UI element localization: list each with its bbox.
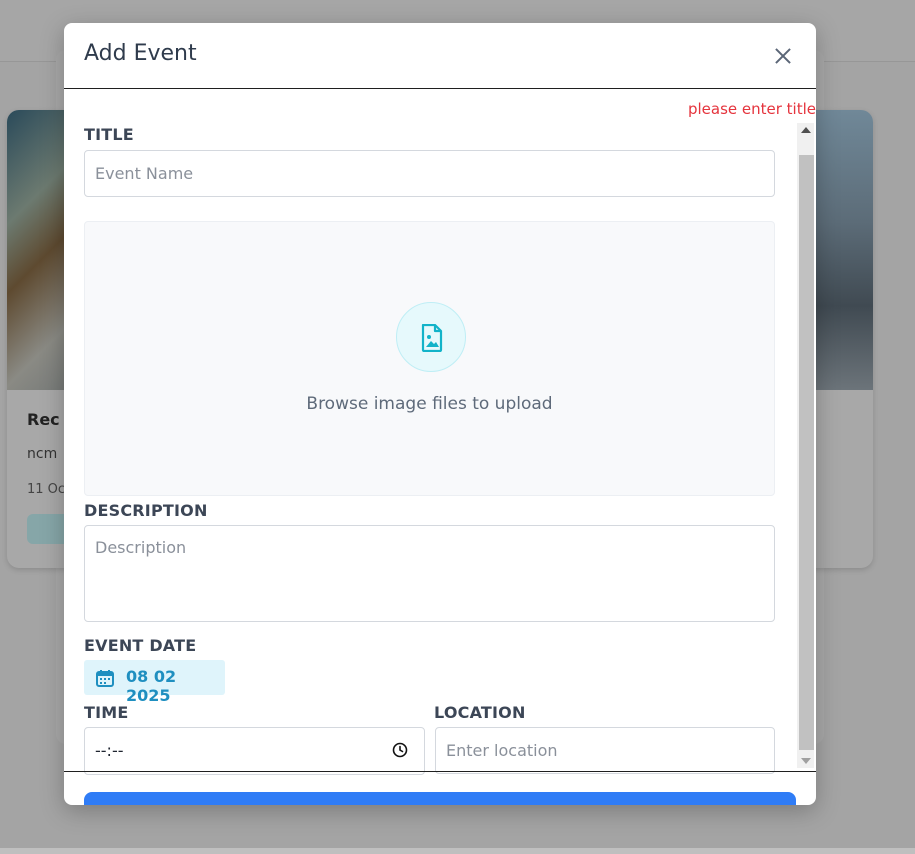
description-textarea[interactable] xyxy=(84,525,775,622)
description-label: DESCRIPTION xyxy=(84,501,208,520)
modal-body: TITLE Browse image files to upload DESCR… xyxy=(64,121,816,775)
modal-header: Add Event xyxy=(64,23,816,89)
location-label: LOCATION xyxy=(434,703,526,722)
upload-icon-circle xyxy=(396,302,466,372)
submit-button[interactable] xyxy=(84,792,796,805)
upload-instruction: Browse image files to upload xyxy=(306,394,553,414)
event-card-subtitle: ncm xyxy=(27,446,58,462)
title-label: TITLE xyxy=(84,125,134,144)
scrollbar-thumb[interactable] xyxy=(799,155,814,750)
modal-title: Add Event xyxy=(84,41,197,66)
event-date-value: 08 02 2025 xyxy=(126,667,177,705)
modal-scrollbar[interactable] xyxy=(797,123,814,768)
background-bottom-bar xyxy=(0,848,915,854)
add-event-modal: Add Event please enter title TITLE Brows… xyxy=(64,23,816,805)
modal-footer-divider xyxy=(64,771,816,772)
time-label: TIME xyxy=(84,703,129,722)
image-upload-dropzone[interactable]: Browse image files to upload xyxy=(84,221,775,496)
event-card-date: 11 Oc xyxy=(27,482,66,497)
time-value: --:-- xyxy=(95,741,124,760)
location-input[interactable] xyxy=(435,727,775,774)
scroll-down-arrow-icon[interactable] xyxy=(801,758,811,764)
event-date-picker[interactable]: 08 02 2025 xyxy=(84,660,225,705)
event-name-input[interactable] xyxy=(84,150,775,197)
event-date-label: EVENT DATE xyxy=(84,636,197,655)
scroll-up-arrow-icon[interactable] xyxy=(801,127,811,133)
calendar-icon xyxy=(96,670,114,687)
title-error-message: please enter title xyxy=(687,100,816,118)
time-input[interactable]: --:-- xyxy=(84,727,425,775)
close-icon[interactable] xyxy=(772,45,794,67)
image-file-icon xyxy=(421,324,443,352)
event-card-title: Rec xyxy=(27,410,60,429)
clock-icon[interactable] xyxy=(392,742,408,758)
